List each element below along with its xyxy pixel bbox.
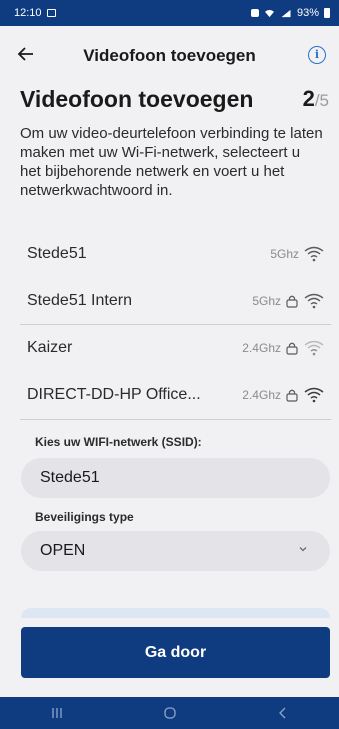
network-name: DIRECT-DD-HP Office... bbox=[27, 385, 201, 403]
network-name: Stede51 Intern bbox=[27, 291, 132, 309]
step-indicator: 2/5 bbox=[303, 86, 329, 112]
system-nav-bar bbox=[0, 697, 339, 729]
app-bar: Videofoon toevoegen i bbox=[0, 26, 339, 88]
lock-icon bbox=[286, 342, 298, 355]
wifi-signal-icon bbox=[304, 387, 324, 402]
network-band: 5Ghz bbox=[252, 293, 281, 308]
wifi-signal-icon bbox=[304, 246, 324, 261]
status-bar: 12:10 93% bbox=[0, 0, 339, 26]
status-time: 12:10 bbox=[14, 7, 42, 19]
lock-icon bbox=[286, 295, 298, 308]
recent-apps-icon[interactable] bbox=[37, 697, 77, 729]
network-item[interactable]: Stede51 5Ghz bbox=[0, 230, 339, 277]
page-heading-row: Videofoon toevoegen 2/5 bbox=[20, 86, 329, 120]
continue-button[interactable]: Ga door bbox=[21, 627, 330, 678]
step-current: 2 bbox=[302, 86, 315, 111]
battery-level: 93% bbox=[296, 7, 319, 19]
network-list: Stede51 5Ghz Stede51 Intern 5Ghz Kaizer … bbox=[0, 230, 339, 418]
signal-icon bbox=[281, 9, 291, 17]
intro-text: Om uw video-deurtelefoon verbinding te l… bbox=[20, 125, 323, 199]
network-name: Stede51 bbox=[27, 244, 87, 262]
network-band: 2.4Ghz bbox=[242, 341, 281, 355]
wifi-signal-icon bbox=[304, 340, 324, 356]
wifi-signal-icon bbox=[304, 293, 324, 308]
app-bar-title: Videofoon toevoegen bbox=[83, 46, 256, 65]
ssid-value: Stede51 bbox=[40, 469, 100, 486]
gallery-notification-icon bbox=[46, 9, 56, 17]
network-name: Kaizer bbox=[27, 339, 73, 356]
scroll-content-edge bbox=[21, 608, 330, 618]
divider bbox=[20, 419, 331, 420]
network-item[interactable]: Kaizer 2.4Ghz bbox=[20, 324, 331, 371]
notification-icon bbox=[250, 9, 259, 17]
lock-icon bbox=[286, 389, 298, 402]
chevron-down-icon bbox=[299, 547, 307, 552]
security-type-value: OPEN bbox=[40, 542, 86, 559]
page-title: Videofoon toevoegen bbox=[20, 86, 254, 112]
home-icon[interactable] bbox=[150, 697, 190, 729]
ssid-label: Kies uw WIFI-netwerk (SSID): bbox=[35, 435, 202, 449]
info-icon[interactable]: i bbox=[308, 46, 326, 64]
wifi-status-icon bbox=[264, 9, 274, 17]
network-item[interactable]: Stede51 Intern 5Ghz bbox=[0, 277, 339, 324]
step-total: /5 bbox=[314, 91, 329, 110]
network-band: 2.4Ghz bbox=[242, 387, 281, 402]
security-type-select[interactable]: OPEN bbox=[21, 531, 330, 571]
back-nav-icon[interactable] bbox=[263, 697, 303, 729]
battery-icon bbox=[324, 8, 330, 18]
security-type-label: Beveiligings type bbox=[35, 510, 134, 524]
network-band: 5Ghz bbox=[270, 246, 299, 261]
ssid-input[interactable]: Stede51 bbox=[21, 458, 330, 498]
network-item[interactable]: DIRECT-DD-HP Office... 2.4Ghz bbox=[0, 371, 339, 418]
